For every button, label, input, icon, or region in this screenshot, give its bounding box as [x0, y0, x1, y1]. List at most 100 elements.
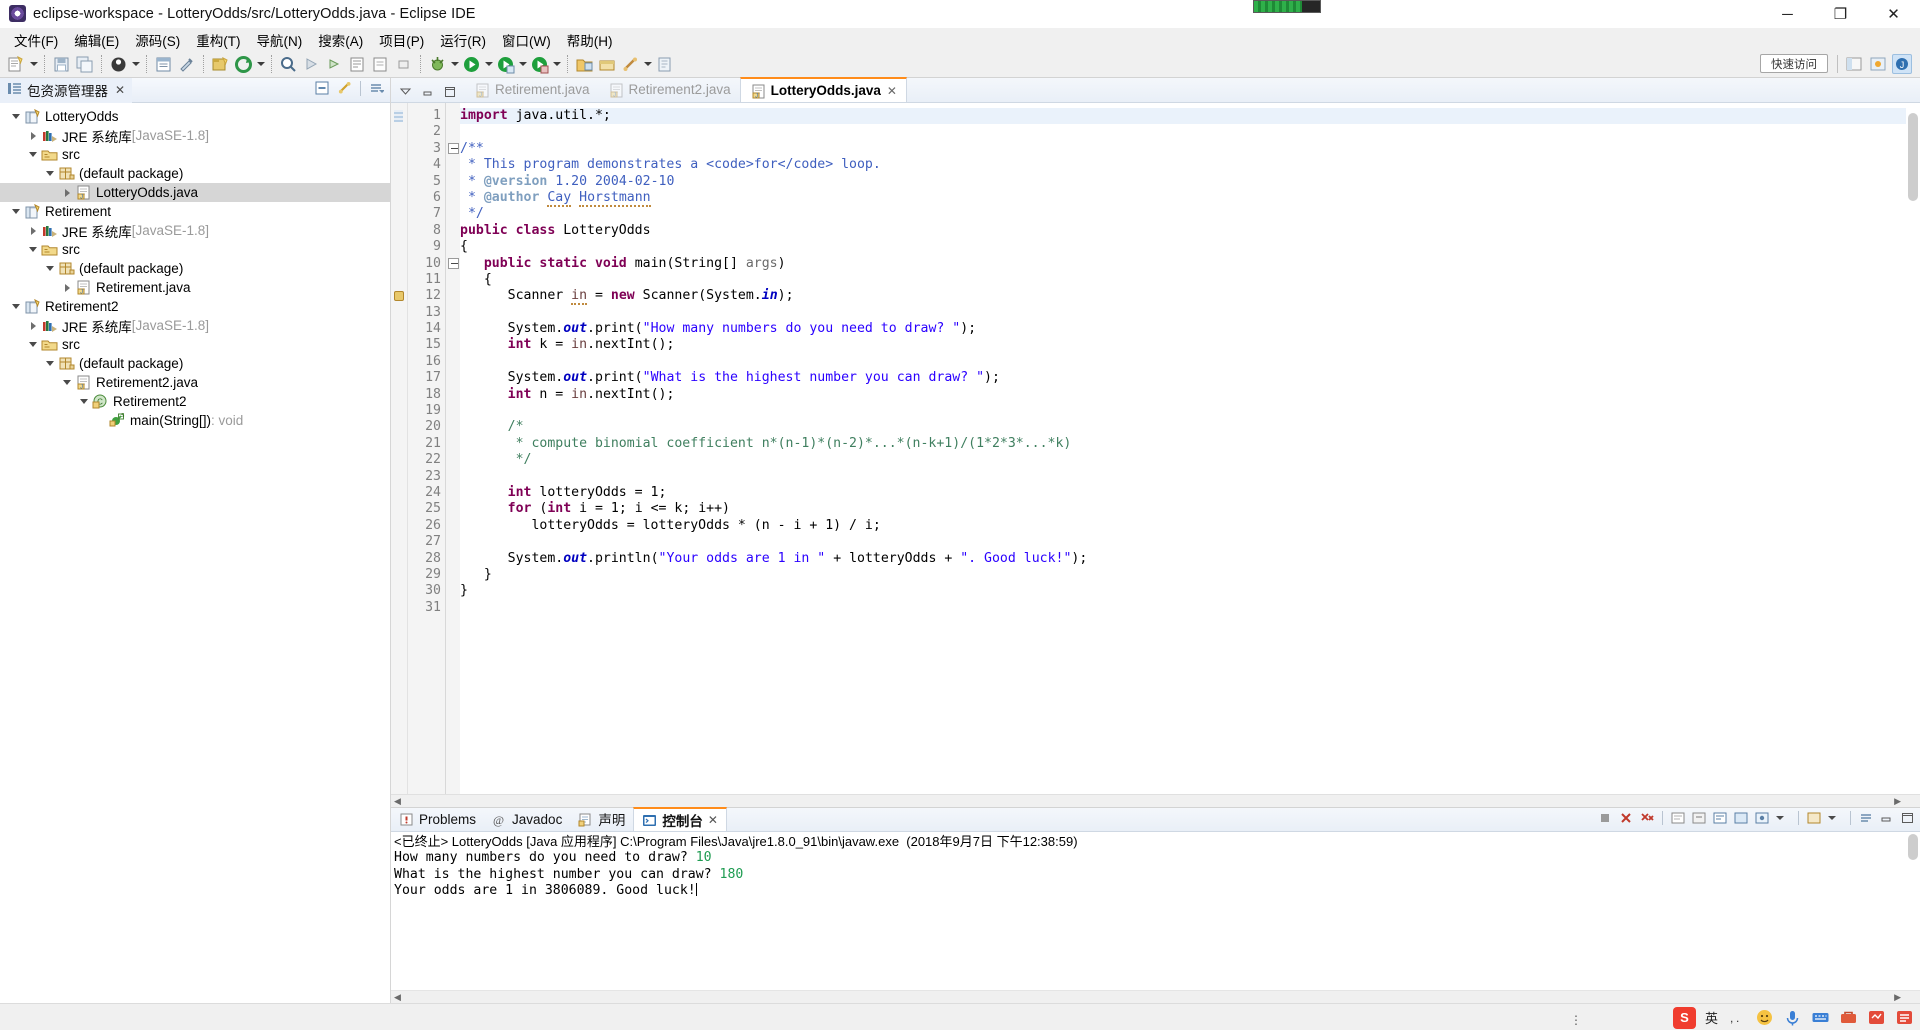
editor-vertical-scrollbar[interactable]	[1906, 103, 1920, 794]
editor-tab-2[interactable]: J LotteryOdds.java ✕	[739, 77, 907, 102]
tree-item-15[interactable]: C Retirement2	[0, 392, 390, 411]
run-dropdown-icon[interactable]	[483, 54, 494, 75]
clear-console-icon[interactable]	[1670, 810, 1686, 826]
code-line[interactable]	[460, 534, 1920, 550]
code-line[interactable]: */	[460, 452, 1920, 468]
remove-all-terminated-icon[interactable]	[1639, 810, 1655, 826]
tree-item-2[interactable]: src	[0, 145, 390, 164]
menu-item-2[interactable]: 源码(S)	[127, 28, 188, 52]
chevron-down-icon[interactable]	[42, 164, 58, 183]
tree-item-1[interactable]: JRE 系统库 [JavaSE-1.8]	[0, 126, 390, 145]
code-line[interactable]	[460, 354, 1920, 370]
editor-tab-1[interactable]: J Retirement2.java	[599, 77, 740, 102]
menu-item-5[interactable]: 搜索(A)	[310, 28, 371, 52]
console-horizontal-scrollbar[interactable]: ◀ ▶	[391, 990, 1920, 1003]
tree-item-12[interactable]: src	[0, 335, 390, 354]
toolbox-icon[interactable]	[1839, 1008, 1858, 1027]
scroll-left-icon[interactable]: ◀	[394, 796, 401, 807]
link-dropdown-icon[interactable]	[642, 54, 653, 75]
chevron-down-icon[interactable]	[76, 392, 92, 411]
chevron-down-icon[interactable]	[399, 85, 412, 98]
open-perspective-icon[interactable]	[597, 54, 618, 75]
scroll-lock-icon[interactable]	[1691, 810, 1707, 826]
tree-item-9[interactable]: J Retirement.java	[0, 278, 390, 297]
code-line[interactable]: import java.util.*;	[460, 108, 1920, 125]
save-icon[interactable]	[51, 54, 72, 75]
scrollbar-thumb[interactable]	[1908, 113, 1918, 201]
code-line[interactable]: int lotteryOdds = 1;	[460, 485, 1920, 501]
code-line[interactable]: System.out.println("Your odds are 1 in "…	[460, 551, 1920, 567]
menu-item-9[interactable]: 帮助(H)	[559, 28, 621, 52]
next-annotation-icon[interactable]	[301, 54, 322, 75]
toggle-mark-occurrences-icon[interactable]	[370, 54, 391, 75]
refresh-dropdown-icon[interactable]	[255, 54, 266, 75]
console-vertical-scrollbar[interactable]	[1906, 832, 1920, 990]
view-menu-icon[interactable]	[368, 80, 385, 96]
chevron-down-icon[interactable]	[42, 259, 58, 278]
chevron-down-icon[interactable]	[42, 354, 58, 373]
code-line[interactable]: lotteryOdds = lotteryOdds * (n - i + 1) …	[460, 518, 1920, 534]
print-dropdown-icon[interactable]	[130, 54, 141, 75]
console-output[interactable]: <已终止> LotteryOdds [Java 应用程序] C:\Program…	[391, 832, 1920, 990]
tab-package-explorer[interactable]: 包资源管理器 ✕	[0, 77, 133, 103]
marker-ruler[interactable]	[391, 103, 408, 794]
code-editor[interactable]: 1 2 3 4 5 6 7 8 9 10 11 12 13 14 15 16 17 18 19 20 21 22 23 24 2…	[391, 103, 1920, 794]
tree-item-0[interactable]: LotteryOdds	[0, 107, 390, 126]
code-line[interactable]: */	[460, 206, 1920, 222]
close-icon[interactable]: ✕	[115, 83, 125, 97]
scrollbar-thumb[interactable]	[1908, 834, 1918, 860]
code-line[interactable]: * @author Cay Horstmann	[460, 189, 1920, 207]
code-line[interactable]: /*	[460, 419, 1920, 435]
scroll-right-icon[interactable]: ▶	[1894, 992, 1901, 1003]
print-icon[interactable]	[108, 54, 129, 75]
maximize-button[interactable]: ❐	[1814, 0, 1867, 28]
chevron-down-icon[interactable]	[59, 373, 75, 392]
chevron-down-icon[interactable]	[25, 240, 41, 259]
tree-item-13[interactable]: (default package)	[0, 354, 390, 373]
minimize-button[interactable]: ─	[1761, 0, 1814, 28]
close-icon[interactable]: ✕	[887, 84, 897, 98]
tree-item-3[interactable]: (default package)	[0, 164, 390, 183]
new-wizard-icon[interactable]	[6, 54, 27, 75]
chevron-right-icon[interactable]	[59, 278, 75, 297]
chevron-right-icon[interactable]	[25, 126, 41, 145]
menu-item-7[interactable]: 运行(R)	[432, 28, 494, 52]
refresh-icon[interactable]	[233, 54, 254, 75]
source-code[interactable]: import java.util.*; /** * This program d…	[460, 103, 1920, 794]
open-type-icon[interactable]	[153, 54, 174, 75]
save-all-icon[interactable]	[74, 54, 95, 75]
code-line[interactable]	[460, 403, 1920, 419]
fold-collapse-icon[interactable]	[446, 256, 460, 272]
tree-item-6[interactable]: JRE 系统库 [JavaSE-1.8]	[0, 221, 390, 240]
quick-access-field[interactable]: 快速访问	[1760, 54, 1828, 73]
code-line[interactable]: * This program demonstrates a <code>for<…	[460, 157, 1920, 173]
editor-tab-0[interactable]: J Retirement.java	[465, 77, 599, 102]
console-minimize-icon[interactable]	[1879, 810, 1895, 826]
code-line[interactable]: * compute binomial coefficient n*(n-1)*(…	[460, 436, 1920, 452]
open-perspective-button[interactable]	[1844, 54, 1864, 74]
chevron-right-icon[interactable]	[25, 316, 41, 335]
maximize-view-icon[interactable]	[443, 85, 456, 98]
microphone-icon[interactable]	[1783, 1008, 1802, 1027]
coverage-icon[interactable]	[529, 54, 550, 75]
fold-collapse-icon[interactable]	[446, 141, 460, 157]
folding-ruler[interactable]	[446, 103, 460, 794]
restore-icon[interactable]	[393, 54, 414, 75]
tree-item-7[interactable]: src	[0, 240, 390, 259]
chevron-right-icon[interactable]	[25, 221, 41, 240]
link-with-editor-icon[interactable]	[337, 80, 353, 96]
console-dropdown-icon[interactable]	[1775, 810, 1791, 826]
code-line[interactable]: int n = in.nextInt();	[460, 387, 1920, 403]
chevron-down-icon[interactable]	[25, 145, 41, 164]
project-tree[interactable]: LotteryOdds JRE 系统库 [JavaSE-1.8] src (defau…	[0, 103, 390, 1003]
menu-icon[interactable]	[1895, 1008, 1914, 1027]
code-line[interactable]	[460, 305, 1920, 321]
bottom-tab-2[interactable]: 声明	[570, 807, 633, 831]
code-line[interactable]: for (int i = 1; i <= k; i++)	[460, 501, 1920, 517]
chevron-down-icon[interactable]	[8, 107, 24, 126]
emoji-icon[interactable]	[1755, 1008, 1774, 1027]
link-icon[interactable]	[620, 54, 641, 75]
tree-item-5[interactable]: Retirement	[0, 202, 390, 221]
debug-dropdown-icon[interactable]	[449, 54, 460, 75]
scroll-left-icon[interactable]: ◀	[394, 992, 401, 1003]
